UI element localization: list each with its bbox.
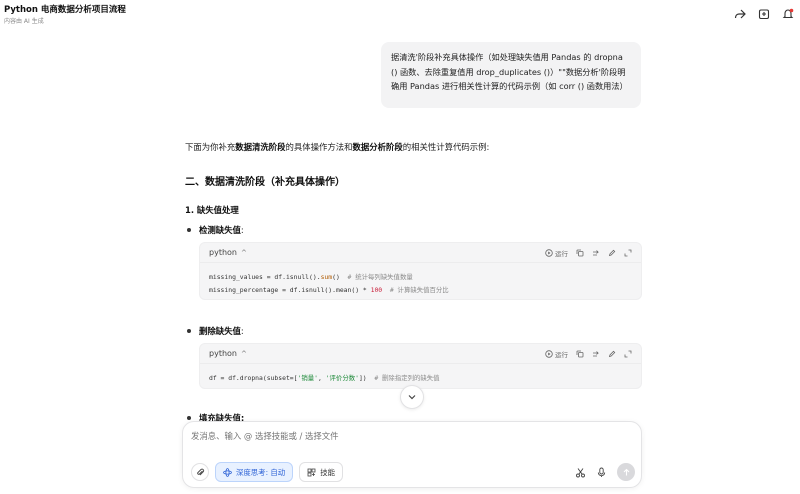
code-block-header: python ^ 运行 <box>200 243 641 263</box>
message-composer: 深度思考: 自动 技能 <box>182 421 642 488</box>
copy-icon[interactable] <box>576 350 584 358</box>
arrow-up-icon <box>623 468 629 475</box>
play-icon <box>545 349 553 358</box>
atom-icon <box>223 467 232 477</box>
scissors-icon[interactable] <box>575 467 586 478</box>
code-toolbar: 运行 <box>545 349 632 359</box>
composer-right-tools <box>575 463 635 481</box>
bullet-dot <box>187 228 191 232</box>
skills-button[interactable]: 技能 <box>299 462 343 482</box>
composer-toolbar: 深度思考: 自动 技能 <box>191 462 635 482</box>
bullet-dot <box>187 416 191 420</box>
code-block: python ^ 运行 missing_values = df.isnull().… <box>199 242 642 300</box>
scroll-to-bottom-button[interactable] <box>400 385 424 409</box>
code-language-toggle[interactable]: python ^ <box>209 248 247 257</box>
user-message-bubble: 据清洗'阶段补充具体操作（如处理缺失值用 Pandas 的 dropna () … <box>381 42 641 108</box>
microphone-icon[interactable] <box>596 467 607 478</box>
code-content: missing_values = df.isnull().sum() # 统计每… <box>209 273 449 294</box>
code-block: python ^ 运行 df = df.dropna(subset=['销量', … <box>199 343 642 389</box>
list-item: 删除缺失值: <box>187 325 244 337</box>
play-icon <box>545 248 553 257</box>
bookmark-icon[interactable] <box>758 8 770 20</box>
page-title: Python 电商数据分析项目流程 <box>4 5 126 15</box>
edit-icon[interactable] <box>608 249 616 257</box>
code-toolbar: 运行 <box>545 248 632 258</box>
code-language-toggle[interactable]: python ^ <box>209 349 247 358</box>
section-heading: 二、数据清洗阶段（补充具体操作） <box>185 177 345 188</box>
bullet-dot <box>187 329 191 333</box>
message-input[interactable] <box>191 431 621 441</box>
deep-think-button[interactable]: 深度思考: 自动 <box>215 462 294 482</box>
paperclip-icon <box>196 468 204 475</box>
notification-icon[interactable] <box>782 8 794 20</box>
code-block-header: python ^ 运行 <box>200 344 641 364</box>
run-button[interactable]: 运行 <box>545 248 568 258</box>
chevron-up-icon: ^ <box>240 349 247 358</box>
header-actions <box>734 8 794 20</box>
expand-icon[interactable] <box>624 350 632 358</box>
send-button[interactable] <box>617 463 635 481</box>
chevron-down-icon <box>408 395 416 400</box>
attach-button[interactable] <box>191 463 209 481</box>
edit-icon[interactable] <box>608 350 616 358</box>
expand-icon[interactable] <box>624 249 632 257</box>
share-icon[interactable] <box>734 8 746 20</box>
top-bar: Python 电商数据分析项目流程 内容由 AI 生成 <box>0 0 800 28</box>
response-intro: 下面为你补充数据清洗阶段的具体操作方法和数据分析阶段的相关性计算代码示例: <box>185 142 490 152</box>
chevron-up-icon: ^ <box>240 248 247 257</box>
list-item: 检测缺失值: <box>187 224 244 236</box>
subsection-heading: 1. 缺失值处理 <box>185 205 239 215</box>
copy-icon[interactable] <box>576 249 584 257</box>
run-button[interactable]: 运行 <box>545 349 568 359</box>
grid-icon <box>307 468 316 476</box>
page-subtitle: 内容由 AI 生成 <box>4 18 44 25</box>
wrap-icon[interactable] <box>592 350 600 358</box>
wrap-icon[interactable] <box>592 249 600 257</box>
